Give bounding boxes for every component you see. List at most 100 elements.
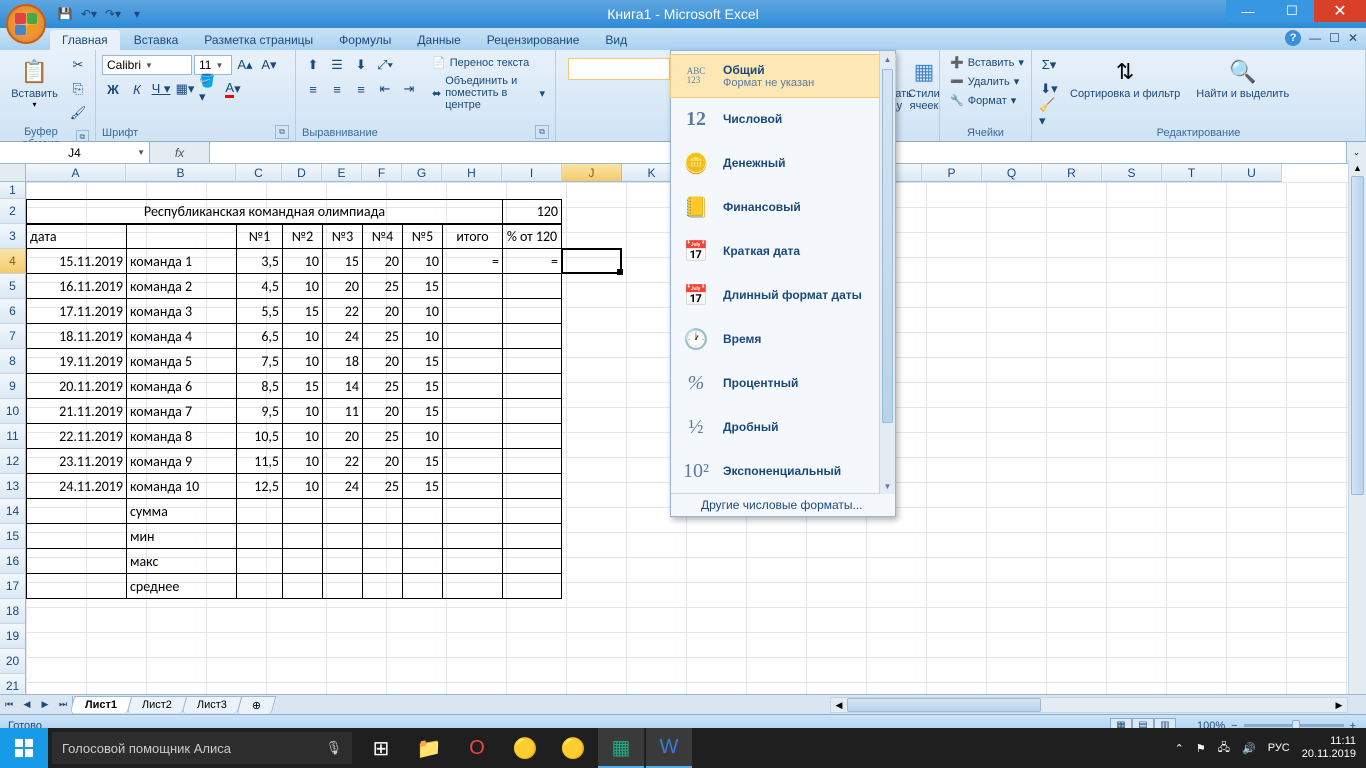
cell[interactable]: №2	[282, 224, 322, 249]
sheet-tab-3[interactable]: Лист3	[182, 696, 243, 713]
cell[interactable]: №1	[236, 224, 282, 249]
row-header[interactable]: 17	[0, 574, 26, 599]
sheet-nav-last[interactable]: ⏭	[54, 696, 72, 714]
cell[interactable]	[442, 549, 502, 574]
restore-icon[interactable]: ☐	[1329, 31, 1340, 45]
cell[interactable]	[502, 449, 562, 474]
decrease-font-icon[interactable]: A▾	[258, 54, 280, 76]
number-format-option[interactable]: %Процентный	[671, 361, 895, 405]
minimize-button[interactable]: —	[1226, 0, 1270, 22]
cell[interactable]	[502, 574, 562, 599]
wrap-text-button[interactable]: 📄Перенос текста	[428, 54, 549, 71]
format-cells-button[interactable]: 🔧Формат▾	[946, 92, 1025, 109]
italic-icon[interactable]: К	[126, 78, 148, 100]
tab-data[interactable]: Данные	[405, 30, 472, 50]
cell[interactable]: команда 4	[126, 324, 236, 349]
number-format-option[interactable]: 🪙Денежный	[671, 141, 895, 185]
cell[interactable]	[282, 524, 322, 549]
cell[interactable]	[322, 524, 362, 549]
font-launcher[interactable]: ⧉	[275, 125, 289, 139]
cell[interactable]: 15	[402, 399, 442, 424]
number-format-option[interactable]: 10²Экспоненциальный	[671, 449, 895, 493]
row-header[interactable]: 11	[0, 424, 26, 449]
cell[interactable]: 10	[282, 249, 322, 274]
align-center-icon[interactable]: ≡	[326, 78, 348, 100]
cell[interactable]	[282, 499, 322, 524]
cell[interactable]: 20	[362, 349, 402, 374]
cell[interactable]	[442, 374, 502, 399]
font-size-combo[interactable]: 11▼	[194, 55, 232, 75]
cell[interactable]: 10	[282, 424, 322, 449]
cell[interactable]: №5	[402, 224, 442, 249]
cell[interactable]: Республиканская командная олимпиада	[26, 199, 502, 224]
cell[interactable]	[362, 524, 402, 549]
column-header[interactable]: R	[1042, 164, 1102, 182]
cell[interactable]: 15	[402, 349, 442, 374]
row-header[interactable]: 7	[0, 324, 26, 349]
cell[interactable]: дата	[26, 224, 126, 249]
cell[interactable]: 15	[402, 449, 442, 474]
column-header[interactable]: E	[322, 164, 362, 182]
format-painter-icon[interactable]: 🖌	[67, 102, 89, 124]
row-header[interactable]: 13	[0, 474, 26, 499]
select-all-button[interactable]	[0, 164, 26, 182]
cell[interactable]	[402, 574, 442, 599]
column-header[interactable]: H	[442, 164, 502, 182]
cell[interactable]	[322, 549, 362, 574]
cell[interactable]: 9,5	[236, 399, 282, 424]
number-format-option[interactable]: 📅Длинный формат даты	[671, 273, 895, 317]
number-format-option[interactable]: ½Дробный	[671, 405, 895, 449]
font-color-icon[interactable]: A▾	[222, 78, 244, 100]
cell[interactable]	[502, 374, 562, 399]
align-right-icon[interactable]: ≡	[350, 78, 372, 100]
column-header[interactable]: C	[236, 164, 282, 182]
tray-clock[interactable]: 11:11 20.11.2019	[1302, 735, 1356, 761]
cell[interactable]: 15	[282, 299, 322, 324]
row-header[interactable]: 1	[0, 182, 26, 199]
cell[interactable]: 25	[362, 324, 402, 349]
decrease-indent-icon[interactable]: ⇤	[374, 78, 396, 100]
cell[interactable]: 16.11.2019	[26, 274, 126, 299]
cell[interactable]: 22.11.2019	[26, 424, 126, 449]
cell[interactable]: 20.11.2019	[26, 374, 126, 399]
tray-network-icon[interactable]: 🖧	[1218, 739, 1230, 758]
undo-icon[interactable]: ↶▾	[79, 4, 99, 24]
cell[interactable]: 10	[402, 299, 442, 324]
row-header[interactable]: 6	[0, 299, 26, 324]
sheet-nav-next[interactable]: ▶	[36, 696, 54, 714]
cell[interactable]: сумма	[126, 499, 236, 524]
row-header[interactable]: 3	[0, 224, 26, 249]
cell[interactable]	[442, 524, 502, 549]
cell[interactable]: 25	[362, 274, 402, 299]
cell[interactable]: 20	[322, 424, 362, 449]
cell[interactable]: 18	[322, 349, 362, 374]
row-header[interactable]: 10	[0, 399, 26, 424]
cell[interactable]: 22	[322, 449, 362, 474]
cell[interactable]: 5,5	[236, 299, 282, 324]
opera-icon[interactable]: O	[454, 728, 500, 768]
row-header[interactable]: 16	[0, 549, 26, 574]
row-header[interactable]: 20	[0, 649, 26, 674]
file-explorer-icon[interactable]: 📁	[406, 728, 452, 768]
cell[interactable]: команда 2	[126, 274, 236, 299]
cell[interactable]	[442, 299, 502, 324]
cell[interactable]: % от 120	[502, 224, 562, 249]
cell[interactable]: макс	[126, 549, 236, 574]
cell[interactable]	[502, 324, 562, 349]
cell[interactable]: 3,5	[236, 249, 282, 274]
column-header[interactable]: B	[126, 164, 236, 182]
qat-customize-icon[interactable]: ▾	[127, 4, 147, 24]
tab-view[interactable]: Вид	[593, 30, 639, 50]
cell[interactable]: команда 3	[126, 299, 236, 324]
row-header[interactable]: 9	[0, 374, 26, 399]
number-format-option[interactable]: 📒Финансовый	[671, 185, 895, 229]
cell[interactable]: 10,5	[236, 424, 282, 449]
zoom-slider[interactable]	[1244, 724, 1344, 727]
sheet-tab-1[interactable]: Лист1	[70, 696, 133, 713]
cell[interactable]: 120	[502, 199, 562, 224]
cell[interactable]	[236, 499, 282, 524]
increase-font-icon[interactable]: A▴	[234, 54, 256, 76]
cell[interactable]	[442, 424, 502, 449]
cell[interactable]: 20	[362, 449, 402, 474]
minimize-ribbon-icon[interactable]: —	[1309, 31, 1321, 45]
